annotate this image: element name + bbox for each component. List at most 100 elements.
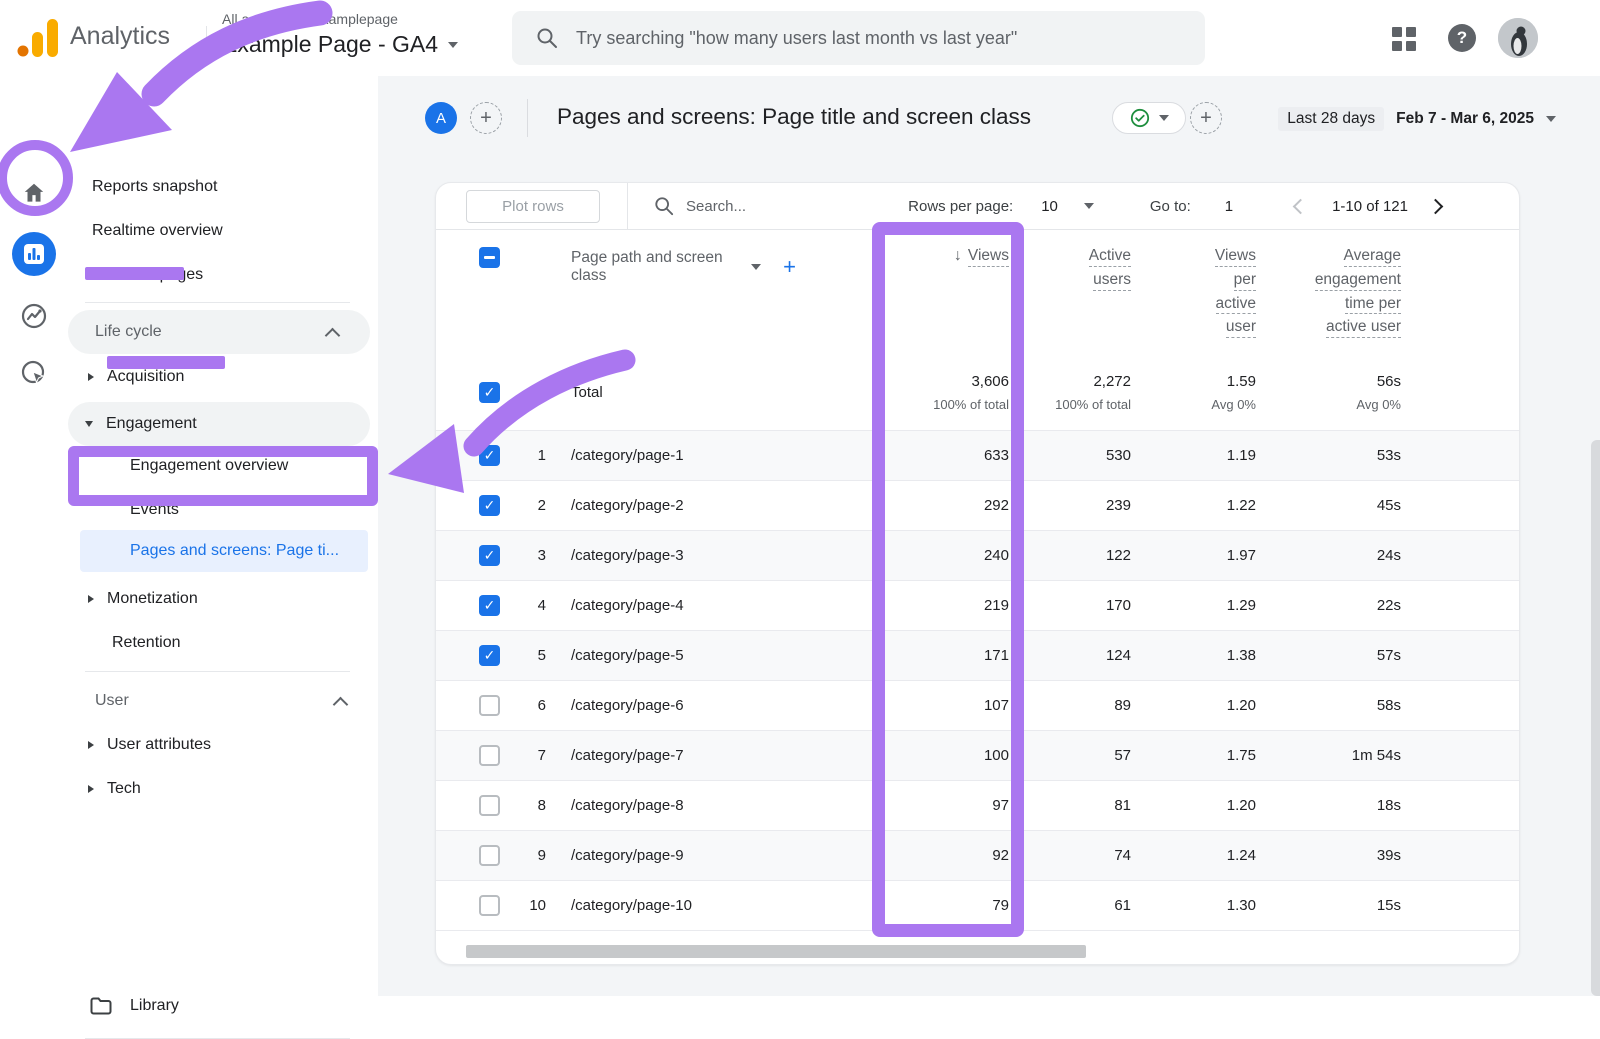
page-path-cell: /category/page-3 bbox=[546, 547, 796, 564]
row-checkbox[interactable]: ✓ bbox=[479, 595, 500, 616]
add-report-button[interactable]: + bbox=[1190, 102, 1222, 134]
row-checkbox[interactable]: ✓ bbox=[479, 495, 500, 516]
column-header-views-per-active-user[interactable]: Views per active user bbox=[1131, 247, 1256, 342]
sidebar-section-life-cycle[interactable]: Life cycle bbox=[68, 310, 370, 354]
explore-icon[interactable] bbox=[20, 302, 48, 330]
rows-per-page-value[interactable]: 10 bbox=[1041, 198, 1058, 215]
dimension-header[interactable]: Page path and screen class + bbox=[546, 249, 796, 285]
avg-time-cell: 15s bbox=[1256, 897, 1401, 914]
column-header-views[interactable]: ↓ Views bbox=[796, 247, 1009, 271]
sidebar-item-events[interactable]: Events bbox=[68, 488, 440, 532]
row-checkbox[interactable] bbox=[479, 695, 500, 716]
views-cell: 219 bbox=[796, 597, 1009, 614]
row-index: 2 bbox=[514, 497, 546, 514]
workspace-badge[interactable]: A bbox=[425, 102, 457, 134]
total-active-users: 2,272 bbox=[1009, 373, 1131, 390]
expand-right-icon bbox=[88, 595, 94, 603]
sidebar-item-acquisition[interactable]: Acquisition bbox=[68, 355, 378, 399]
add-comparison-button[interactable]: + bbox=[470, 102, 502, 134]
select-all-checkbox[interactable] bbox=[479, 247, 500, 268]
row-index: 7 bbox=[514, 747, 546, 764]
table-row[interactable]: ✓ 1 /category/page-1 633 530 1.19 53s bbox=[436, 431, 1519, 481]
views-cell: 171 bbox=[796, 647, 1009, 664]
table-row[interactable]: 7 /category/page-7 100 57 1.75 1m 54s bbox=[436, 731, 1519, 781]
row-checkbox[interactable]: ✓ bbox=[479, 445, 500, 466]
views-cell: 92 bbox=[796, 847, 1009, 864]
row-checkbox[interactable] bbox=[479, 845, 500, 866]
apps-grid-icon[interactable] bbox=[1392, 27, 1416, 51]
chevron-down-icon bbox=[448, 42, 458, 48]
vertical-scrollbar[interactable] bbox=[1591, 440, 1600, 996]
sidebar-item-user-attributes[interactable]: User attributes bbox=[68, 723, 378, 767]
views-cell: 79 bbox=[796, 897, 1009, 914]
table-row[interactable]: ✓ 3 /category/page-3 240 122 1.97 24s bbox=[436, 531, 1519, 581]
next-page-icon[interactable] bbox=[1428, 198, 1444, 214]
sidebar-item-pages-and-screens[interactable]: Pages and screens: Page ti... bbox=[80, 530, 368, 572]
avg-time-cell: 39s bbox=[1256, 847, 1401, 864]
home-icon[interactable] bbox=[21, 180, 47, 206]
table-header-row: Page path and screen class + ↓ Views Act… bbox=[436, 230, 1519, 354]
table-row[interactable]: 8 /category/page-8 97 81 1.20 18s bbox=[436, 781, 1519, 831]
views-cell: 100 bbox=[796, 747, 1009, 764]
views-per-user-cell: 1.75 bbox=[1131, 747, 1256, 764]
row-checkbox[interactable] bbox=[479, 795, 500, 816]
views-cell: 292 bbox=[796, 497, 1009, 514]
breadcrumb-root[interactable]: All accounts bbox=[222, 11, 297, 27]
breadcrumb[interactable]: All accounts › examplepage bbox=[222, 11, 398, 27]
header-divider bbox=[206, 26, 207, 66]
table-row[interactable]: ✓ 2 /category/page-2 292 239 1.22 45s bbox=[436, 481, 1519, 531]
row-checkbox[interactable]: ✓ bbox=[479, 645, 500, 666]
sidebar-section-user[interactable]: User bbox=[68, 679, 378, 723]
sidebar-item-realtime-overview[interactable]: Realtime overview bbox=[68, 209, 402, 253]
date-range-picker[interactable]: Last 28 days Feb 7 - Mar 6, 2025 bbox=[1278, 107, 1556, 131]
sidebar-item-library[interactable]: Library bbox=[68, 984, 378, 1028]
search-icon bbox=[536, 27, 558, 49]
page-path-cell: /category/page-1 bbox=[546, 447, 796, 464]
sidebar-item-engagement-overview[interactable]: Engagement overview bbox=[68, 444, 440, 488]
goto-value[interactable]: 1 bbox=[1225, 198, 1233, 215]
sidebar-item-engagement[interactable]: Engagement bbox=[68, 402, 370, 446]
toolbar-divider bbox=[627, 183, 628, 229]
sidebar-item-monetization[interactable]: Monetization bbox=[68, 577, 378, 621]
page-path-cell: /category/page-8 bbox=[546, 797, 796, 814]
column-header-avg-engagement-time[interactable]: Average engagement time per active user bbox=[1256, 247, 1401, 342]
property-selector[interactable]: Example Page - GA4 bbox=[222, 31, 458, 58]
top-app-bar: Analytics All accounts › examplepage Exa… bbox=[0, 0, 1600, 76]
table-row[interactable]: 9 /category/page-9 92 74 1.24 39s bbox=[436, 831, 1519, 881]
advertising-icon[interactable] bbox=[20, 359, 48, 387]
report-status-button[interactable] bbox=[1112, 102, 1186, 134]
row-checkbox[interactable] bbox=[479, 745, 500, 766]
table-row[interactable]: ✓ 4 /category/page-4 219 170 1.29 22s bbox=[436, 581, 1519, 631]
sidebar-item-realtime-pages[interactable]: Realtime pages bbox=[68, 253, 402, 297]
table-row[interactable]: ✓ 5 /category/page-5 171 124 1.38 57s bbox=[436, 631, 1519, 681]
plot-rows-button[interactable]: Plot rows bbox=[466, 190, 600, 223]
chevron-up-icon bbox=[325, 328, 341, 344]
sidebar-item-tech[interactable]: Tech bbox=[68, 767, 378, 811]
help-icon[interactable]: ? bbox=[1448, 24, 1476, 52]
sidebar-item-reports-snapshot[interactable]: Reports snapshot bbox=[68, 165, 402, 209]
global-search-input[interactable]: Try searching "how many users last month… bbox=[512, 11, 1205, 65]
row-checkbox[interactable] bbox=[479, 895, 500, 916]
sidebar-item-retention[interactable]: Retention bbox=[68, 621, 422, 665]
table-search-input[interactable]: Search... bbox=[686, 198, 746, 215]
column-header-active-users[interactable]: Active users bbox=[1009, 247, 1131, 295]
previous-page-icon[interactable] bbox=[1293, 198, 1309, 214]
breadcrumb-child[interactable]: examplepage bbox=[314, 11, 398, 27]
horizontal-scrollbar[interactable] bbox=[466, 945, 1086, 958]
reports-nav-icon[interactable] bbox=[12, 232, 56, 276]
avg-time-cell: 1m 54s bbox=[1256, 747, 1401, 764]
avatar-image bbox=[1498, 18, 1538, 58]
report-area: A + Pages and screens: Page title and sc… bbox=[378, 76, 1600, 996]
avg-time-cell: 57s bbox=[1256, 647, 1401, 664]
active-users-cell: 74 bbox=[1009, 847, 1131, 864]
add-dimension-icon[interactable]: + bbox=[783, 254, 796, 280]
row-checkbox[interactable]: ✓ bbox=[479, 545, 500, 566]
table-row[interactable]: 6 /category/page-6 107 89 1.20 58s bbox=[436, 681, 1519, 731]
user-avatar[interactable] bbox=[1498, 18, 1538, 58]
chevron-down-icon[interactable] bbox=[1084, 203, 1094, 209]
views-per-user-cell: 1.97 bbox=[1131, 547, 1256, 564]
table-row[interactable]: 10 /category/page-10 79 61 1.30 15s bbox=[436, 881, 1519, 931]
total-checkbox[interactable]: ✓ bbox=[479, 382, 500, 403]
views-per-user-cell: 1.22 bbox=[1131, 497, 1256, 514]
avg-time-cell: 18s bbox=[1256, 797, 1401, 814]
